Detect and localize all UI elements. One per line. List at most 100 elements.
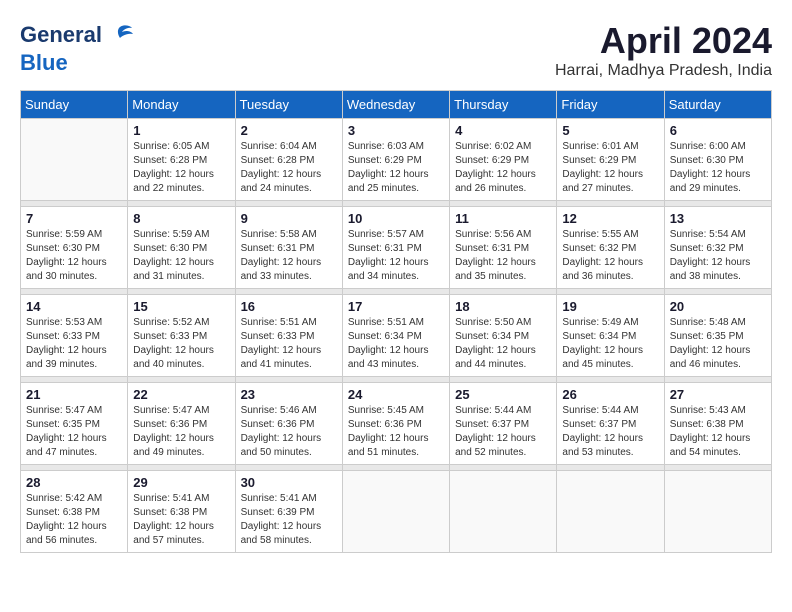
day-number: 23 xyxy=(241,387,337,402)
calendar-cell: 11Sunrise: 5:56 AMSunset: 6:31 PMDayligh… xyxy=(450,207,557,289)
calendar-cell: 18 Sunrise: 5:50 AMSunset: 6:34 PMDayligh… xyxy=(450,295,557,377)
calendar-cell: 7 Sunrise: 5:59 AMSunset: 6:30 PMDaylight… xyxy=(21,207,128,289)
day-number: 12 xyxy=(562,211,658,226)
day-info: Sunrise: 5:42 AMSunset: 6:38 PMDaylight:… xyxy=(26,492,122,548)
day-info: Sunrise: 5:51 AMSunset: 6:33 PMDaylight:… xyxy=(241,316,337,372)
day-number: 17 xyxy=(348,299,444,314)
calendar-cell: 25 Sunrise: 5:44 AMSunset: 6:37 PMDayligh… xyxy=(450,383,557,465)
calendar-cell: 20 Sunrise: 5:48 AMSunset: 6:35 PMDayligh… xyxy=(664,295,771,377)
day-number: 20 xyxy=(670,299,766,314)
day-info: Sunrise: 6:04 AMSunset: 6:28 PMDaylight:… xyxy=(241,140,337,196)
calendar-cell: 28 Sunrise: 5:42 AMSunset: 6:38 PMDayligh… xyxy=(21,471,128,553)
calendar-cell: 4 Sunrise: 6:02 AMSunset: 6:29 PMDaylight… xyxy=(450,119,557,201)
calendar-cell: 30 Sunrise: 5:41 AMSunset: 6:39 PMDayligh… xyxy=(235,471,342,553)
calendar-cell: 13 Sunrise: 5:54 AMSunset: 6:32 PMDayligh… xyxy=(664,207,771,289)
calendar-cell: 17 Sunrise: 5:51 AMSunset: 6:34 PMDayligh… xyxy=(342,295,449,377)
day-number: 10 xyxy=(348,211,444,226)
day-number: 28 xyxy=(26,475,122,490)
day-info: Sunrise: 5:47 AMSunset: 6:36 PMDaylight:… xyxy=(133,404,229,460)
day-info: Sunrise: 5:57 AMSunset: 6:31 PMDaylight:… xyxy=(348,228,444,284)
calendar-cell: 15Sunrise: 5:52 AMSunset: 6:33 PMDayligh… xyxy=(128,295,235,377)
day-info: Sunrise: 6:00 AMSunset: 6:30 PMDaylight:… xyxy=(670,140,766,196)
calendar-cell: 5Sunrise: 6:01 AMSunset: 6:29 PMDaylight… xyxy=(557,119,664,201)
calendar-cell: 27Sunrise: 5:43 AMSunset: 6:38 PMDayligh… xyxy=(664,383,771,465)
calendar-cell xyxy=(557,471,664,553)
day-info: Sunrise: 6:05 AMSunset: 6:28 PMDaylight:… xyxy=(133,140,229,196)
day-number: 30 xyxy=(241,475,337,490)
calendar-cell: 16 Sunrise: 5:51 AMSunset: 6:33 PMDayligh… xyxy=(235,295,342,377)
calendar-week-row: 1Sunrise: 6:05 AMSunset: 6:28 PMDaylight… xyxy=(21,119,772,201)
day-number: 13 xyxy=(670,211,766,226)
day-info: Sunrise: 5:47 AMSunset: 6:35 PMDaylight:… xyxy=(26,404,122,460)
day-info: Sunrise: 5:51 AMSunset: 6:34 PMDaylight:… xyxy=(348,316,444,372)
calendar-table: SundayMondayTuesdayWednesdayThursdayFrid… xyxy=(20,90,772,553)
day-number: 7 xyxy=(26,211,122,226)
day-number: 24 xyxy=(348,387,444,402)
day-info: Sunrise: 5:56 AMSunset: 6:31 PMDaylight:… xyxy=(455,228,551,284)
header-thursday: Thursday xyxy=(450,91,557,119)
day-info: Sunrise: 5:54 AMSunset: 6:32 PMDaylight:… xyxy=(670,228,766,284)
calendar-cell: 10 Sunrise: 5:57 AMSunset: 6:31 PMDayligh… xyxy=(342,207,449,289)
day-info: Sunrise: 5:48 AMSunset: 6:35 PMDaylight:… xyxy=(670,316,766,372)
day-number: 9 xyxy=(241,211,337,226)
logo-blue: Blue xyxy=(20,50,134,76)
header-friday: Friday xyxy=(557,91,664,119)
day-number: 6 xyxy=(670,123,766,138)
day-info: Sunrise: 5:45 AMSunset: 6:36 PMDaylight:… xyxy=(348,404,444,460)
calendar-week-row: 7 Sunrise: 5:59 AMSunset: 6:30 PMDaylight… xyxy=(21,207,772,289)
logo: General Blue xyxy=(20,20,134,76)
day-info: Sunrise: 5:58 AMSunset: 6:31 PMDaylight:… xyxy=(241,228,337,284)
calendar-week-row: 28 Sunrise: 5:42 AMSunset: 6:38 PMDayligh… xyxy=(21,471,772,553)
day-number: 26 xyxy=(562,387,658,402)
calendar-cell: 9 Sunrise: 5:58 AMSunset: 6:31 PMDaylight… xyxy=(235,207,342,289)
day-number: 16 xyxy=(241,299,337,314)
day-info: Sunrise: 5:53 AMSunset: 6:33 PMDaylight:… xyxy=(26,316,122,372)
day-info: Sunrise: 5:50 AMSunset: 6:34 PMDaylight:… xyxy=(455,316,551,372)
calendar-header-row: SundayMondayTuesdayWednesdayThursdayFrid… xyxy=(21,91,772,119)
day-info: Sunrise: 5:52 AMSunset: 6:33 PMDaylight:… xyxy=(133,316,229,372)
header-tuesday: Tuesday xyxy=(235,91,342,119)
calendar-cell xyxy=(342,471,449,553)
calendar-week-row: 14Sunrise: 5:53 AMSunset: 6:33 PMDayligh… xyxy=(21,295,772,377)
calendar-cell: 2Sunrise: 6:04 AMSunset: 6:28 PMDaylight… xyxy=(235,119,342,201)
day-number: 25 xyxy=(455,387,551,402)
calendar-cell: 22 Sunrise: 5:47 AMSunset: 6:36 PMDayligh… xyxy=(128,383,235,465)
calendar-cell xyxy=(664,471,771,553)
calendar-cell xyxy=(21,119,128,201)
calendar-cell: 1Sunrise: 6:05 AMSunset: 6:28 PMDaylight… xyxy=(128,119,235,201)
calendar-cell: 6 Sunrise: 6:00 AMSunset: 6:30 PMDaylight… xyxy=(664,119,771,201)
calendar-cell: 23Sunrise: 5:46 AMSunset: 6:36 PMDayligh… xyxy=(235,383,342,465)
calendar-cell xyxy=(450,471,557,553)
day-info: Sunrise: 5:41 AMSunset: 6:39 PMDaylight:… xyxy=(241,492,337,548)
day-info: Sunrise: 6:02 AMSunset: 6:29 PMDaylight:… xyxy=(455,140,551,196)
day-info: Sunrise: 6:03 AMSunset: 6:29 PMDaylight:… xyxy=(348,140,444,196)
calendar-cell: 29 Sunrise: 5:41 AMSunset: 6:38 PMDayligh… xyxy=(128,471,235,553)
header-wednesday: Wednesday xyxy=(342,91,449,119)
calendar-cell: 12Sunrise: 5:55 AMSunset: 6:32 PMDayligh… xyxy=(557,207,664,289)
page-header: General Blue April 2024 Harrai, Madhya P… xyxy=(20,20,772,80)
day-number: 18 xyxy=(455,299,551,314)
day-number: 4 xyxy=(455,123,551,138)
header-sunday: Sunday xyxy=(21,91,128,119)
day-info: Sunrise: 5:44 AMSunset: 6:37 PMDaylight:… xyxy=(562,404,658,460)
day-number: 8 xyxy=(133,211,229,226)
calendar-cell: 19 Sunrise: 5:49 AMSunset: 6:34 PMDayligh… xyxy=(557,295,664,377)
calendar-cell: 24 Sunrise: 5:45 AMSunset: 6:36 PMDayligh… xyxy=(342,383,449,465)
calendar-cell: 14Sunrise: 5:53 AMSunset: 6:33 PMDayligh… xyxy=(21,295,128,377)
day-info: Sunrise: 5:44 AMSunset: 6:37 PMDaylight:… xyxy=(455,404,551,460)
day-info: Sunrise: 5:49 AMSunset: 6:34 PMDaylight:… xyxy=(562,316,658,372)
day-number: 29 xyxy=(133,475,229,490)
calendar-week-row: 21Sunrise: 5:47 AMSunset: 6:35 PMDayligh… xyxy=(21,383,772,465)
calendar-cell: 26 Sunrise: 5:44 AMSunset: 6:37 PMDayligh… xyxy=(557,383,664,465)
day-number: 27 xyxy=(670,387,766,402)
calendar-cell: 3Sunrise: 6:03 AMSunset: 6:29 PMDaylight… xyxy=(342,119,449,201)
calendar-title: April 2024 xyxy=(555,20,772,62)
header-saturday: Saturday xyxy=(664,91,771,119)
day-info: Sunrise: 5:59 AMSunset: 6:30 PMDaylight:… xyxy=(26,228,122,284)
day-info: Sunrise: 5:59 AMSunset: 6:30 PMDaylight:… xyxy=(133,228,229,284)
day-number: 19 xyxy=(562,299,658,314)
day-info: Sunrise: 6:01 AMSunset: 6:29 PMDaylight:… xyxy=(562,140,658,196)
day-info: Sunrise: 5:41 AMSunset: 6:38 PMDaylight:… xyxy=(133,492,229,548)
header-monday: Monday xyxy=(128,91,235,119)
day-number: 22 xyxy=(133,387,229,402)
